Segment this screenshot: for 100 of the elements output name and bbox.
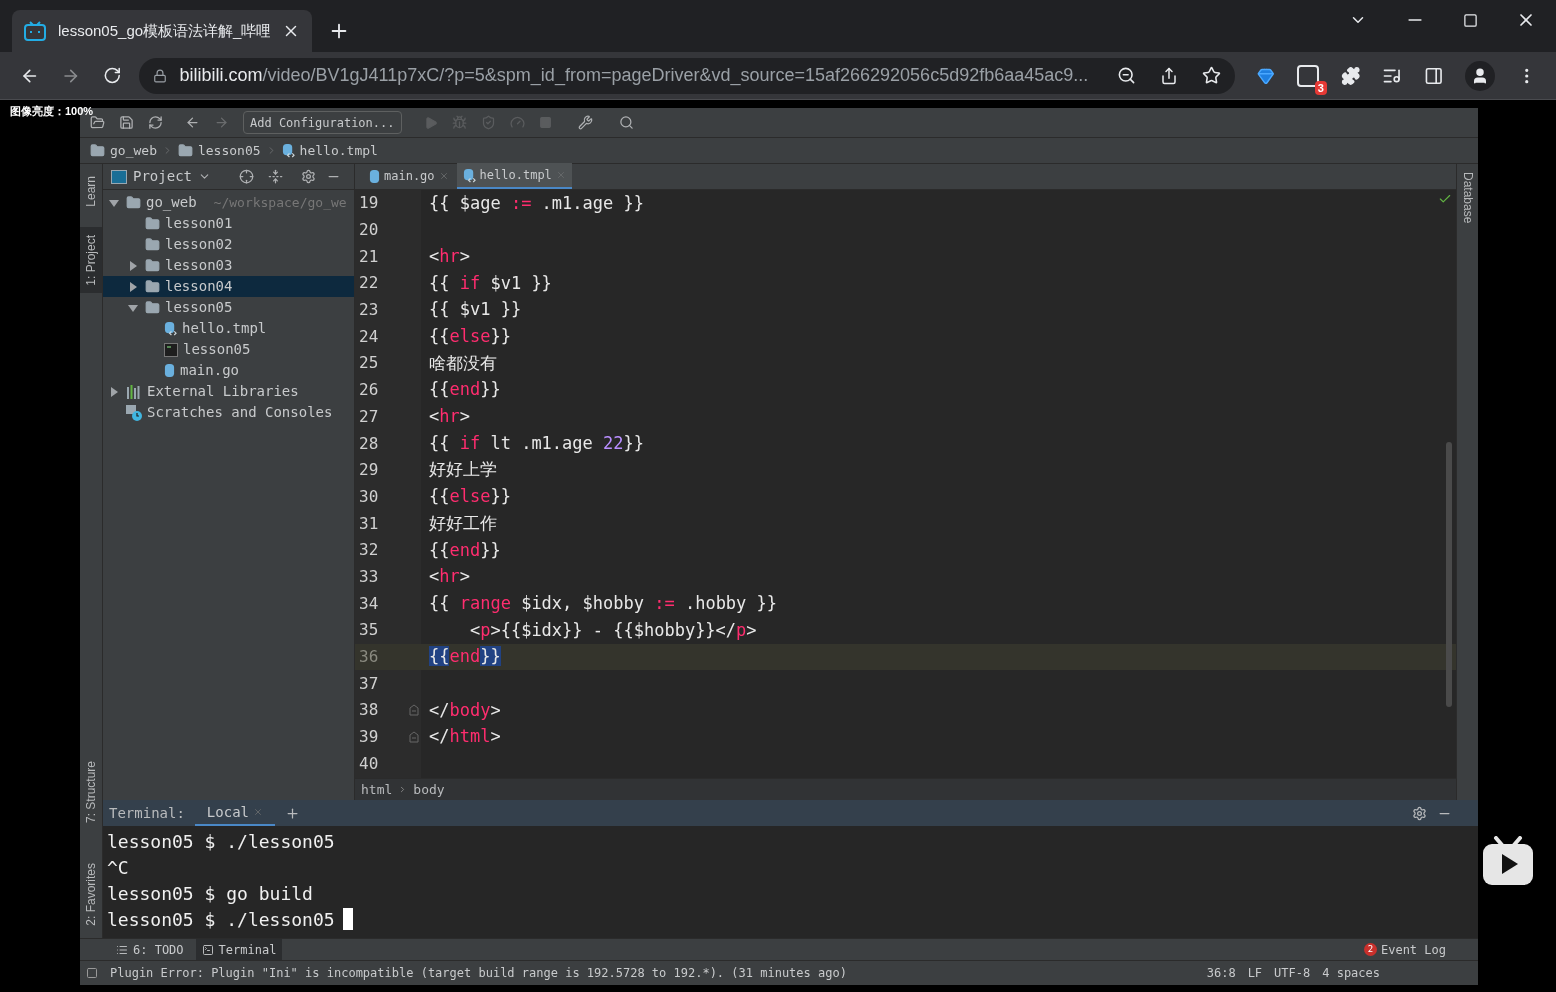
brightness-label: 图像亮度：100% (10, 104, 94, 119)
folder-icon (145, 237, 160, 252)
line-number: 33 (359, 565, 379, 588)
terminal-label: Terminal: (109, 803, 185, 823)
tree-item[interactable]: hello.tmpl (103, 318, 354, 339)
open-folder-icon[interactable] (90, 115, 105, 130)
share-icon[interactable] (1160, 66, 1179, 85)
code-line: {{ $age := .m1.age }} (429, 191, 644, 215)
play-icon[interactable] (1482, 836, 1534, 886)
settings-icon[interactable] (301, 169, 316, 184)
code-line: </body> (429, 698, 501, 722)
reload-icon[interactable] (102, 66, 122, 85)
code-line: {{ $v1 }} (429, 298, 522, 322)
tree-item[interactable]: go_web ~/workspace/go_we (103, 192, 354, 213)
tool-window-tab[interactable]: Learn (80, 168, 102, 215)
template-file-icon (462, 167, 476, 183)
code-line: {{ if lt .m1.age 22}} (429, 431, 644, 455)
profile-avatar[interactable] (1465, 60, 1495, 91)
text-cursor (342, 908, 353, 930)
tree-item[interactable]: Scratches and Consoles (103, 402, 354, 423)
run-configuration-button[interactable]: Add Configuration... (243, 111, 402, 134)
breadcrumb-item[interactable]: html (361, 779, 393, 800)
status-item[interactable]: 4 spaces (1322, 964, 1380, 982)
extensions-icon[interactable] (1340, 65, 1361, 86)
new-terminal-icon[interactable] (285, 805, 300, 821)
status-item[interactable]: UTF-8 (1274, 964, 1311, 982)
gem-icon[interactable] (1257, 66, 1275, 85)
code-line: 好好上学 (429, 458, 497, 482)
save-icon[interactable] (119, 115, 134, 130)
scrollbar-thumb[interactable] (1446, 442, 1452, 707)
tree-item-label: lesson03 (165, 256, 233, 275)
tree-item-label: hello.tmpl (182, 319, 267, 338)
bookmark-star-icon[interactable] (1202, 66, 1222, 85)
tree-item-label: lesson04 (165, 277, 233, 296)
line-number: 37 (359, 672, 379, 695)
zoom-out-icon[interactable] (1117, 66, 1137, 85)
code-line: <p>{{$idx}} - {{$hobby}}</p> (468, 618, 757, 642)
side-panel-icon[interactable] (1423, 65, 1444, 86)
expanded-arrow-icon[interactable] (109, 197, 119, 208)
status-item[interactable]: LF (1247, 964, 1263, 982)
breadcrumb-item[interactable]: hello.tmpl (299, 140, 378, 161)
collapse-all-icon[interactable] (268, 169, 283, 184)
maximize-icon[interactable] (1463, 12, 1478, 28)
template-file-icon (164, 321, 177, 336)
line-number: 19 (359, 192, 379, 215)
browser-tab[interactable]: lesson05_go模板语法详解_哔哩 (12, 10, 312, 52)
extension-badge: 3 (1314, 80, 1327, 95)
editor-tab-label: main.go (384, 168, 435, 185)
tree-item[interactable]: lesson04 (103, 276, 354, 297)
code-line: <hr> (429, 565, 470, 589)
editor-tab[interactable]: hello.tmpl (456, 163, 572, 189)
tool-window-button[interactable]: 6: TODO (110, 938, 190, 961)
breadcrumb-item[interactable]: lesson05 (197, 140, 261, 161)
status-item[interactable]: 36:8 (1206, 964, 1236, 982)
tab-title: lesson05_go模板语法详解_哔哩 (58, 20, 270, 41)
collapsed-arrow-icon[interactable] (109, 386, 119, 397)
breadcrumb-item[interactable]: body (413, 779, 445, 800)
tree-item[interactable]: main.go (103, 360, 354, 381)
expanded-arrow-icon[interactable] (128, 302, 138, 313)
tree-item-label: go_web (146, 193, 197, 213)
collapsed-arrow-icon[interactable] (128, 260, 138, 271)
tool-window-tab[interactable]: 2: Favorites (80, 855, 102, 934)
panel-toggle-icon[interactable] (86, 967, 98, 979)
tree-item[interactable]: lesson02 (103, 234, 354, 255)
folder-icon (90, 143, 105, 158)
tool-window-tab[interactable]: Database (1457, 164, 1478, 232)
sync-icon[interactable] (148, 115, 163, 130)
line-number: 39 (359, 726, 379, 749)
code-line: {{end}} (429, 378, 501, 402)
tool-window-tab[interactable]: 1: Project (80, 226, 102, 294)
locate-icon[interactable] (239, 169, 254, 184)
code-line: {{else}} (429, 485, 511, 509)
code-line: {{end}} (429, 538, 501, 562)
code-line: {{ if $v1 }} (429, 271, 552, 295)
back-icon[interactable] (185, 115, 200, 130)
tree-item[interactable]: lesson05 (103, 339, 354, 360)
line-number: 25 (359, 352, 379, 375)
tree-item[interactable]: lesson03 (103, 255, 354, 276)
event-log-button[interactable]: 2 Event Log (1363, 940, 1446, 959)
tree-item[interactable]: External Libraries (103, 381, 354, 402)
url-text: bilibili.com/video/BV1gJ411p7xC/?p=5&spm_id_from=pageDriver&vd_source=15af266292056c5d92fb6aa45ac9... (179, 64, 1090, 88)
line-number: 32 (359, 539, 379, 562)
check-icon (1438, 192, 1452, 206)
settings-icon[interactable] (1412, 805, 1427, 821)
scratches-icon (126, 404, 142, 421)
collapsed-arrow-icon[interactable] (128, 281, 138, 292)
tree-item[interactable]: lesson01 (103, 213, 354, 234)
tool-window-tab[interactable]: 7: Structure (80, 753, 102, 832)
wrench-icon[interactable] (577, 115, 593, 130)
editor-tab[interactable]: main.go (363, 163, 455, 189)
search-icon[interactable] (618, 115, 634, 130)
folder-icon (145, 216, 160, 231)
breadcrumb-item[interactable]: go_web (110, 140, 157, 161)
panel-title[interactable]: Project (133, 166, 192, 187)
line-number: 28 (359, 432, 379, 455)
tool-window-button[interactable]: Terminal (195, 938, 283, 961)
code-line: 好好工作 (429, 511, 497, 535)
address-bar[interactable]: bilibili.com/video/BV1gJ411p7xC/?p=5&spm_id_from=pageDriver&vd_source=15af266292056c5d92fb6aa45ac9... (139, 57, 1236, 94)
line-number: 31 (359, 512, 379, 535)
tree-item[interactable]: lesson05 (103, 297, 354, 318)
